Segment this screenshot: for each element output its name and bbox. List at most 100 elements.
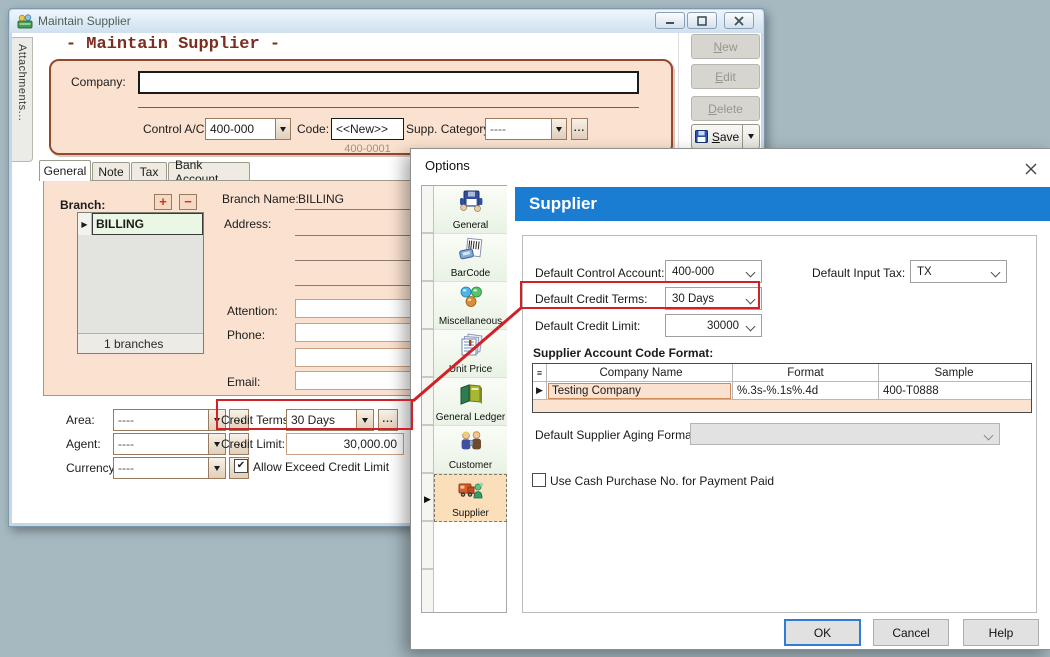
sidebar-item-miscellaneous[interactable]: Miscellaneous [434, 282, 507, 330]
page-title: - Maintain Supplier - [61, 35, 285, 57]
area-combo[interactable]: ---- [113, 409, 209, 431]
cash-purchase-label: Use Cash Purchase No. for Payment Paid [550, 474, 774, 488]
tab-general[interactable]: General [39, 160, 91, 181]
company-name-cell[interactable]: Testing Company [548, 383, 731, 399]
ellipsis-icon: ... [382, 417, 393, 423]
dialog-close-button[interactable] [1023, 161, 1039, 177]
chevron-down-icon [991, 268, 1001, 278]
window-title: Maintain Supplier [38, 14, 131, 28]
customer-icon [457, 428, 485, 460]
tab-note[interactable]: Note [92, 162, 130, 180]
company-input[interactable] [138, 71, 639, 94]
ok-button[interactable]: OK [784, 619, 861, 646]
column-company-name[interactable]: Company Name [547, 364, 733, 381]
credit-limit-label: Credit Limit: [221, 437, 285, 451]
company-label: Company: [71, 75, 126, 89]
row-marker-icon: ▶ [424, 494, 431, 505]
dropdown-arrow-icon [214, 418, 220, 423]
chevron-down-icon [984, 431, 994, 441]
desktop: Maintain Supplier Attachments... - Maint… [0, 0, 1050, 657]
save-dropdown-button[interactable] [743, 124, 760, 149]
supplier-icon [457, 476, 485, 508]
control-ac-combo[interactable]: 400-000 [205, 118, 276, 140]
add-branch-button[interactable]: + [154, 194, 172, 210]
app-icon [17, 13, 33, 29]
row-marker-icon: ▶ [533, 382, 547, 399]
remove-branch-button[interactable]: − [179, 194, 197, 210]
branch-name-label: Branch Name: [222, 192, 299, 206]
sidebar-item-general-ledger[interactable]: General Ledger [434, 378, 507, 426]
attachments-tab-label: Attachments... [16, 44, 28, 161]
dropdown-arrow-icon [362, 418, 368, 423]
branch-list[interactable]: ▶ BILLING 1 branches [77, 212, 204, 354]
default-input-tax-combo[interactable]: TX [910, 260, 1007, 283]
close-button[interactable] [724, 12, 754, 29]
sidebar-item-unit-price[interactable]: Unit Price [434, 330, 507, 378]
branch-row-billing[interactable]: ▶ BILLING [78, 213, 203, 235]
default-input-tax-label: Default Input Tax: [812, 266, 905, 280]
sidebar-item-customer[interactable]: Customer [434, 426, 507, 474]
cancel-button[interactable]: Cancel [873, 619, 949, 646]
edit-button[interactable]: Edit [691, 64, 760, 89]
tab-bank-account[interactable]: Bank Account [168, 162, 250, 180]
barcode-icon [457, 236, 485, 268]
company-line2[interactable] [138, 107, 639, 108]
table-header-row: ≡ Company Name Format Sample [533, 364, 1031, 382]
dropdown-arrow-icon [214, 466, 220, 471]
currency-dropdown-button[interactable] [208, 457, 226, 479]
agent-label: Agent: [66, 437, 101, 451]
sidebar-item-barcode[interactable]: BarCode [434, 234, 507, 282]
code-label: Code: [297, 122, 329, 136]
chevron-down-icon [746, 322, 756, 332]
agent-combo[interactable]: ---- [113, 433, 209, 455]
check-icon: ✔ [237, 461, 245, 471]
supp-category-combo[interactable]: ---- [485, 118, 552, 140]
allow-exceed-label: Allow Exceed Credit Limit [253, 460, 389, 474]
sidebar-item-supplier[interactable]: Supplier [434, 474, 507, 522]
maximize-button[interactable] [687, 12, 717, 29]
options-sidebar: ▶ General [421, 185, 507, 613]
credit-terms-combo[interactable]: 30 Days [286, 409, 357, 431]
minus-icon: − [184, 198, 192, 206]
address-label: Address: [224, 217, 271, 231]
default-credit-limit-input[interactable]: 30000 [665, 314, 762, 337]
sidebar-item-general[interactable]: General [434, 186, 507, 234]
table-row[interactable]: ▶ Testing Company %.3s-%.1s%.4d 400-T088… [533, 382, 1031, 400]
save-icon [695, 130, 708, 143]
code-input[interactable]: <<New>> [331, 118, 404, 140]
miscellaneous-icon [457, 284, 485, 316]
control-ac-dropdown-button[interactable] [275, 118, 291, 140]
column-sample[interactable]: Sample [879, 364, 1029, 381]
credit-terms-label: Credit Terms: [221, 413, 292, 427]
credit-limit-input[interactable]: 30,000.00 [286, 433, 404, 455]
supp-category-dropdown-button[interactable] [551, 118, 567, 140]
save-button[interactable]: Save [691, 124, 743, 149]
branch-count: 1 branches [78, 333, 203, 353]
attachments-tab[interactable]: Attachments... [12, 37, 33, 162]
new-button[interactable]: New [691, 34, 760, 59]
general-ledger-icon [457, 380, 485, 412]
options-dialog: Options ▶ Ge [410, 148, 1050, 650]
column-format[interactable]: Format [733, 364, 879, 381]
supp-category-browse-button[interactable]: ... [571, 118, 588, 140]
format-cell[interactable]: %.3s-%.1s%.4d [733, 382, 879, 399]
account-code-format-table[interactable]: ≡ Company Name Format Sample ▶ Testing C… [532, 363, 1032, 413]
help-button[interactable]: Help [963, 619, 1039, 646]
chevron-down-icon [746, 268, 756, 278]
credit-terms-dropdown-button[interactable] [356, 409, 374, 431]
maintain-title-bar[interactable]: Maintain Supplier [10, 10, 763, 33]
cash-purchase-checkbox[interactable] [532, 473, 546, 487]
code-hint: 400-0001 [331, 143, 404, 155]
default-credit-terms-combo[interactable]: 30 Days [665, 287, 762, 310]
dropdown-arrow-icon [280, 127, 286, 132]
plus-icon: + [159, 197, 167, 207]
aging-format-combo[interactable] [690, 423, 1000, 445]
default-control-account-label: Default Control Account: [535, 266, 664, 280]
tab-tax[interactable]: Tax [131, 162, 167, 180]
delete-button[interactable]: Delete [691, 96, 760, 121]
credit-terms-browse-button[interactable]: ... [378, 409, 398, 431]
minimize-button[interactable] [655, 12, 685, 29]
allow-exceed-checkbox[interactable]: ✔ [234, 459, 248, 473]
currency-combo[interactable]: ---- [113, 457, 209, 479]
default-control-account-combo[interactable]: 400-000 [665, 260, 762, 283]
